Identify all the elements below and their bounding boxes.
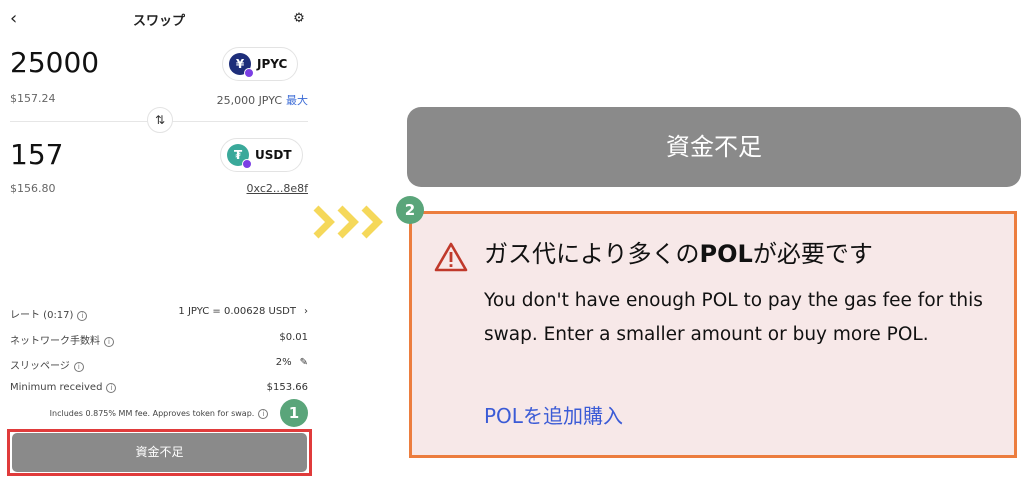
usdt-token-icon: ₮ bbox=[227, 144, 252, 169]
top-bar: ‹ スワップ ⚙ bbox=[0, 8, 318, 32]
warning-title-post: が必要です bbox=[752, 240, 873, 268]
to-amount: 157 bbox=[10, 138, 64, 171]
rate-label: レート (0:17) bbox=[10, 310, 74, 321]
max-button[interactable]: 最大 bbox=[286, 94, 308, 107]
rate-row[interactable]: レート (0:17) i 1 JPYC = 0.00628 USDT › bbox=[10, 306, 308, 322]
swap-direction-icon[interactable]: ⇅ bbox=[147, 107, 173, 133]
step-badge-1: 1 bbox=[280, 399, 308, 427]
pencil-edit-icon[interactable]: ✎ bbox=[300, 357, 308, 368]
insufficient-funds-button[interactable]: 資金不足 bbox=[12, 433, 307, 472]
step-badge-2: 2 bbox=[396, 196, 424, 224]
minimum-received-value: $153.66 bbox=[266, 382, 308, 393]
warning-triangle-icon bbox=[434, 242, 468, 272]
from-token-selector[interactable]: ¥ JPYC bbox=[222, 47, 299, 81]
warning-title-token: POL bbox=[699, 240, 753, 268]
warning-body: You don't have enough POL to pay the gas… bbox=[484, 290, 983, 345]
to-fiat-value: $156.80 bbox=[10, 182, 56, 195]
from-fiat-value: $157.24 bbox=[10, 92, 56, 105]
info-icon[interactable]: i bbox=[106, 383, 117, 393]
fee-note-text: Includes 0.875% MM fee. Approves token f… bbox=[49, 409, 255, 418]
page-title: スワップ bbox=[132, 14, 185, 29]
warning-title: ガス代により多くのPOLが必要です bbox=[484, 234, 873, 269]
swap-screen: ‹ スワップ ⚙ 25000 ¥ JPYC $157.24 25,000 JPY… bbox=[0, 0, 318, 484]
from-token-name: JPYC bbox=[257, 57, 288, 71]
minimum-received-label: Minimum received bbox=[10, 382, 103, 393]
slippage-label: スリッページ bbox=[10, 361, 70, 372]
chevron-arrows-icon bbox=[313, 205, 383, 239]
warning-title-pre: ガス代により多くの bbox=[484, 240, 700, 268]
slippage-row[interactable]: スリッページ i 2% ✎ bbox=[10, 357, 308, 373]
network-fee-row: ネットワーク手数料 i $0.01 bbox=[10, 332, 308, 348]
info-icon[interactable]: i bbox=[77, 311, 88, 321]
recipient-address-link[interactable]: 0xc2...8e8f bbox=[247, 182, 309, 195]
insufficient-funds-button-zoomed[interactable]: 資金不足 bbox=[407, 107, 1021, 187]
chevron-right-icon: › bbox=[304, 306, 308, 317]
jpyc-token-icon: ¥ bbox=[229, 53, 254, 78]
gas-warning-panel: ガス代により多くのPOLが必要です You don't have enough … bbox=[409, 211, 1017, 458]
to-token-name: USDT bbox=[255, 148, 292, 162]
from-balance: 25,000 JPYC 最大 bbox=[217, 92, 308, 108]
network-fee-value: $0.01 bbox=[279, 332, 308, 343]
network-fee-label: ネットワーク手数料 bbox=[10, 336, 100, 347]
slippage-value: 2% bbox=[275, 357, 292, 368]
settings-gear-icon[interactable]: ⚙ bbox=[290, 10, 308, 28]
info-icon[interactable]: i bbox=[258, 409, 269, 419]
info-icon[interactable]: i bbox=[73, 362, 84, 372]
rate-value: 1 JPYC = 0.00628 USDT bbox=[178, 306, 296, 317]
fee-note: Includes 0.875% MM fee. Approves token f… bbox=[0, 409, 318, 419]
info-icon[interactable]: i bbox=[104, 337, 114, 347]
to-token-selector[interactable]: ₮ USDT bbox=[220, 138, 303, 172]
from-amount-input[interactable]: 25000 bbox=[10, 46, 99, 79]
from-balance-text: 25,000 JPYC bbox=[216, 94, 282, 107]
buy-pol-link[interactable]: POLを追加購入 bbox=[484, 400, 623, 429]
minimum-received-row: Minimum received i $153.66 bbox=[10, 382, 308, 398]
